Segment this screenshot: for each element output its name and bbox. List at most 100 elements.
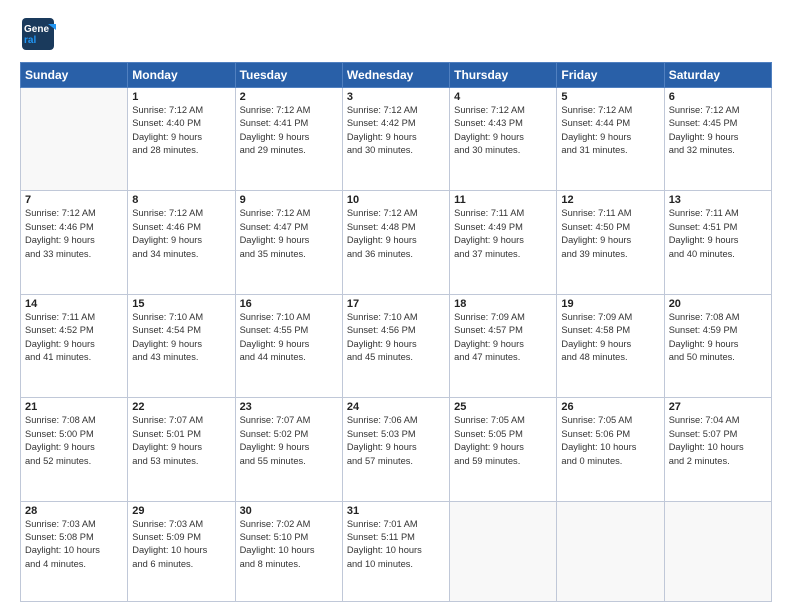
day-number: 20: [669, 298, 767, 310]
day-info: Sunrise: 7:02 AM Sunset: 5:10 PM Dayligh…: [240, 518, 338, 572]
day-info: Sunrise: 7:12 AM Sunset: 4:46 PM Dayligh…: [132, 207, 230, 261]
day-info: Sunrise: 7:09 AM Sunset: 4:58 PM Dayligh…: [561, 311, 659, 365]
day-info: Sunrise: 7:11 AM Sunset: 4:49 PM Dayligh…: [454, 207, 552, 261]
calendar-cell: 7Sunrise: 7:12 AM Sunset: 4:46 PM Daylig…: [21, 191, 128, 294]
day-number: 1: [132, 91, 230, 103]
calendar-cell: 25Sunrise: 7:05 AM Sunset: 5:05 PM Dayli…: [450, 398, 557, 501]
day-number: 2: [240, 91, 338, 103]
day-info: Sunrise: 7:11 AM Sunset: 4:50 PM Dayligh…: [561, 207, 659, 261]
calendar-cell: 18Sunrise: 7:09 AM Sunset: 4:57 PM Dayli…: [450, 294, 557, 397]
calendar-cell: 22Sunrise: 7:07 AM Sunset: 5:01 PM Dayli…: [128, 398, 235, 501]
week-row-2: 7Sunrise: 7:12 AM Sunset: 4:46 PM Daylig…: [21, 191, 772, 294]
calendar-cell: 15Sunrise: 7:10 AM Sunset: 4:54 PM Dayli…: [128, 294, 235, 397]
day-info: Sunrise: 7:07 AM Sunset: 5:02 PM Dayligh…: [240, 414, 338, 468]
calendar-cell: [664, 501, 771, 602]
calendar-cell: 16Sunrise: 7:10 AM Sunset: 4:55 PM Dayli…: [235, 294, 342, 397]
calendar-cell: 5Sunrise: 7:12 AM Sunset: 4:44 PM Daylig…: [557, 88, 664, 191]
day-number: 29: [132, 505, 230, 517]
calendar-cell: 23Sunrise: 7:07 AM Sunset: 5:02 PM Dayli…: [235, 398, 342, 501]
calendar-cell: 6Sunrise: 7:12 AM Sunset: 4:45 PM Daylig…: [664, 88, 771, 191]
day-number: 21: [25, 401, 123, 413]
week-row-5: 28Sunrise: 7:03 AM Sunset: 5:08 PM Dayli…: [21, 501, 772, 602]
calendar-cell: 14Sunrise: 7:11 AM Sunset: 4:52 PM Dayli…: [21, 294, 128, 397]
calendar-cell: 31Sunrise: 7:01 AM Sunset: 5:11 PM Dayli…: [342, 501, 449, 602]
calendar-cell: 2Sunrise: 7:12 AM Sunset: 4:41 PM Daylig…: [235, 88, 342, 191]
calendar-cell: 24Sunrise: 7:06 AM Sunset: 5:03 PM Dayli…: [342, 398, 449, 501]
calendar-cell: [450, 501, 557, 602]
calendar-cell: 27Sunrise: 7:04 AM Sunset: 5:07 PM Dayli…: [664, 398, 771, 501]
calendar-cell: 3Sunrise: 7:12 AM Sunset: 4:42 PM Daylig…: [342, 88, 449, 191]
weekday-sunday: Sunday: [21, 63, 128, 88]
day-info: Sunrise: 7:08 AM Sunset: 5:00 PM Dayligh…: [25, 414, 123, 468]
day-number: 24: [347, 401, 445, 413]
day-info: Sunrise: 7:10 AM Sunset: 4:55 PM Dayligh…: [240, 311, 338, 365]
calendar-cell: 29Sunrise: 7:03 AM Sunset: 5:09 PM Dayli…: [128, 501, 235, 602]
day-number: 7: [25, 194, 123, 206]
day-number: 8: [132, 194, 230, 206]
day-number: 16: [240, 298, 338, 310]
day-number: 9: [240, 194, 338, 206]
weekday-tuesday: Tuesday: [235, 63, 342, 88]
calendar-cell: 28Sunrise: 7:03 AM Sunset: 5:08 PM Dayli…: [21, 501, 128, 602]
day-number: 3: [347, 91, 445, 103]
day-number: 12: [561, 194, 659, 206]
calendar-cell: 11Sunrise: 7:11 AM Sunset: 4:49 PM Dayli…: [450, 191, 557, 294]
day-number: 17: [347, 298, 445, 310]
day-number: 15: [132, 298, 230, 310]
calendar-cell: 4Sunrise: 7:12 AM Sunset: 4:43 PM Daylig…: [450, 88, 557, 191]
weekday-friday: Friday: [557, 63, 664, 88]
calendar-cell: 8Sunrise: 7:12 AM Sunset: 4:46 PM Daylig…: [128, 191, 235, 294]
day-number: 19: [561, 298, 659, 310]
day-info: Sunrise: 7:12 AM Sunset: 4:43 PM Dayligh…: [454, 104, 552, 158]
day-number: 13: [669, 194, 767, 206]
weekday-header-row: SundayMondayTuesdayWednesdayThursdayFrid…: [21, 63, 772, 88]
day-number: 31: [347, 505, 445, 517]
day-number: 22: [132, 401, 230, 413]
weekday-monday: Monday: [128, 63, 235, 88]
day-info: Sunrise: 7:12 AM Sunset: 4:47 PM Dayligh…: [240, 207, 338, 261]
header: Gene ral: [20, 16, 772, 52]
day-info: Sunrise: 7:12 AM Sunset: 4:41 PM Dayligh…: [240, 104, 338, 158]
day-number: 4: [454, 91, 552, 103]
page: Gene ral SundayMondayTuesdayWednesdayThu…: [0, 0, 792, 612]
calendar-cell: 9Sunrise: 7:12 AM Sunset: 4:47 PM Daylig…: [235, 191, 342, 294]
calendar-table: SundayMondayTuesdayWednesdayThursdayFrid…: [20, 62, 772, 602]
svg-text:Gene: Gene: [24, 24, 49, 35]
day-info: Sunrise: 7:12 AM Sunset: 4:44 PM Dayligh…: [561, 104, 659, 158]
day-number: 27: [669, 401, 767, 413]
day-number: 5: [561, 91, 659, 103]
calendar-cell: 19Sunrise: 7:09 AM Sunset: 4:58 PM Dayli…: [557, 294, 664, 397]
day-number: 11: [454, 194, 552, 206]
calendar-cell: 12Sunrise: 7:11 AM Sunset: 4:50 PM Dayli…: [557, 191, 664, 294]
day-info: Sunrise: 7:08 AM Sunset: 4:59 PM Dayligh…: [669, 311, 767, 365]
calendar-cell: 20Sunrise: 7:08 AM Sunset: 4:59 PM Dayli…: [664, 294, 771, 397]
calendar-cell: 30Sunrise: 7:02 AM Sunset: 5:10 PM Dayli…: [235, 501, 342, 602]
day-number: 25: [454, 401, 552, 413]
day-info: Sunrise: 7:10 AM Sunset: 4:56 PM Dayligh…: [347, 311, 445, 365]
day-info: Sunrise: 7:01 AM Sunset: 5:11 PM Dayligh…: [347, 518, 445, 572]
week-row-3: 14Sunrise: 7:11 AM Sunset: 4:52 PM Dayli…: [21, 294, 772, 397]
logo-icon: Gene ral: [20, 16, 56, 52]
weekday-wednesday: Wednesday: [342, 63, 449, 88]
calendar-cell: 10Sunrise: 7:12 AM Sunset: 4:48 PM Dayli…: [342, 191, 449, 294]
day-info: Sunrise: 7:03 AM Sunset: 5:08 PM Dayligh…: [25, 518, 123, 572]
calendar-cell: 21Sunrise: 7:08 AM Sunset: 5:00 PM Dayli…: [21, 398, 128, 501]
week-row-1: 1Sunrise: 7:12 AM Sunset: 4:40 PM Daylig…: [21, 88, 772, 191]
day-number: 6: [669, 91, 767, 103]
calendar-cell: 13Sunrise: 7:11 AM Sunset: 4:51 PM Dayli…: [664, 191, 771, 294]
day-info: Sunrise: 7:12 AM Sunset: 4:46 PM Dayligh…: [25, 207, 123, 261]
day-info: Sunrise: 7:11 AM Sunset: 4:52 PM Dayligh…: [25, 311, 123, 365]
day-info: Sunrise: 7:10 AM Sunset: 4:54 PM Dayligh…: [132, 311, 230, 365]
calendar-cell: [21, 88, 128, 191]
day-info: Sunrise: 7:03 AM Sunset: 5:09 PM Dayligh…: [132, 518, 230, 572]
calendar-cell: 26Sunrise: 7:05 AM Sunset: 5:06 PM Dayli…: [557, 398, 664, 501]
day-number: 26: [561, 401, 659, 413]
weekday-thursday: Thursday: [450, 63, 557, 88]
day-info: Sunrise: 7:12 AM Sunset: 4:40 PM Dayligh…: [132, 104, 230, 158]
day-number: 14: [25, 298, 123, 310]
day-number: 30: [240, 505, 338, 517]
logo: Gene ral: [20, 16, 56, 52]
svg-text:ral: ral: [24, 35, 36, 46]
day-number: 28: [25, 505, 123, 517]
day-number: 18: [454, 298, 552, 310]
